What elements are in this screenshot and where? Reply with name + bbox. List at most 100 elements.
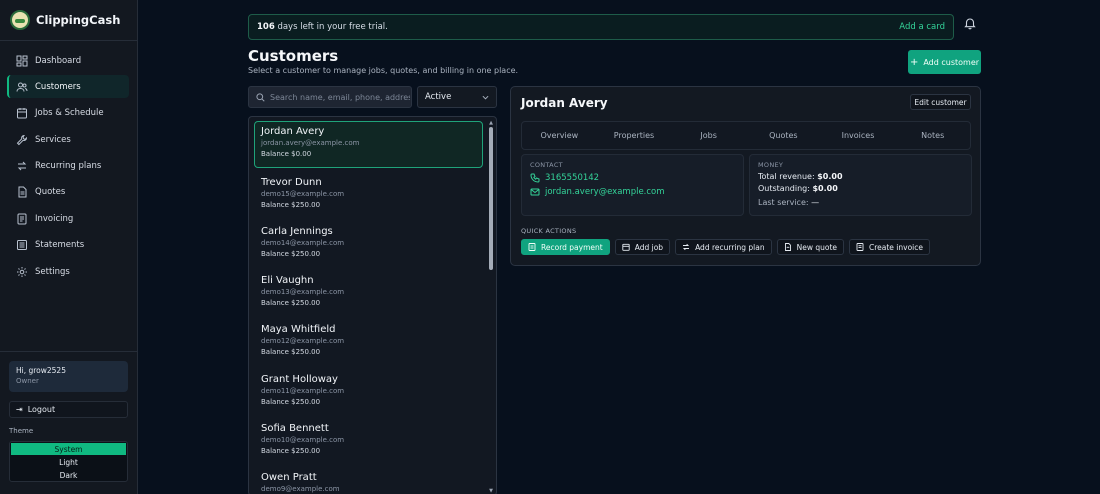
sidebar-nav: Dashboard Customers Jobs & Schedule Serv… xyxy=(0,41,137,283)
mail-icon xyxy=(530,187,540,197)
brand[interactable]: ClippingCash xyxy=(0,0,137,41)
tab-notes[interactable]: Notes xyxy=(895,122,970,149)
status-filter-value: Active xyxy=(425,92,452,102)
scroll-down-arrow-icon[interactable]: ▼ xyxy=(488,488,494,494)
sidebar-item-settings[interactable]: Settings xyxy=(7,260,129,283)
contact-phone[interactable]: 3165550142 xyxy=(545,173,599,183)
customer-email: demo9@example.com xyxy=(261,485,340,493)
sidebar-item-label: Settings xyxy=(35,266,70,277)
record-payment-button[interactable]: Record payment xyxy=(521,239,610,255)
sidebar-item-label: Statements xyxy=(35,240,85,251)
sidebar-item-label: Customers xyxy=(35,81,81,92)
logout-button[interactable]: ⇥ Logout xyxy=(9,401,128,418)
customer-balance: Balance $250.00 xyxy=(261,447,321,455)
sidebar-item-customers[interactable]: Customers xyxy=(7,75,129,99)
customer-balance: Balance $250.00 xyxy=(261,299,321,307)
tab-invoices[interactable]: Invoices xyxy=(821,122,896,149)
sidebar-item-statements[interactable]: Statements xyxy=(7,234,129,257)
tab-overview[interactable]: Overview xyxy=(522,122,597,149)
edit-customer-button[interactable]: Edit customer xyxy=(910,94,971,110)
theme-selector[interactable]: System Light Dark xyxy=(9,441,128,482)
customer-list: Jordan Avery jordan.avery@example.com Ba… xyxy=(248,116,497,494)
customer-name: Jordan Avery xyxy=(261,126,325,137)
new-quote-label: New quote xyxy=(796,242,837,252)
repeat-icon xyxy=(16,160,28,172)
contact-label: CONTACT xyxy=(530,161,563,169)
theme-label: Theme xyxy=(9,427,34,435)
sidebar-item-quotes[interactable]: Quotes xyxy=(7,181,129,204)
customer-list-item[interactable]: Carla Jennings demo14@example.com Balanc… xyxy=(254,221,483,268)
add-job-button[interactable]: Add job xyxy=(614,239,671,255)
page-subtitle: Select a customer to manage jobs, quotes… xyxy=(248,66,519,75)
tab-quotes[interactable]: Quotes xyxy=(746,122,821,149)
grid-icon xyxy=(16,55,28,67)
theme-option-light[interactable]: Light xyxy=(11,456,126,468)
calendar-icon xyxy=(16,107,28,119)
list-scrollbar[interactable]: ▲ ▼ xyxy=(488,120,494,494)
customer-name: Maya Whitfield xyxy=(261,324,336,335)
sidebar: ClippingCash Dashboard Customers Jobs & … xyxy=(0,0,138,494)
sidebar-item-dashboard[interactable]: Dashboard xyxy=(7,49,129,72)
calendar-icon xyxy=(622,243,630,251)
logo-icon xyxy=(10,10,30,30)
app-name: ClippingCash xyxy=(36,13,121,27)
tab-properties[interactable]: Properties xyxy=(597,122,672,149)
outstanding-value: $0.00 xyxy=(812,184,838,193)
customer-detail-panel: Jordan Avery Edit customer Overview Prop… xyxy=(510,86,981,266)
customer-name: Carla Jennings xyxy=(261,226,333,237)
status-filter-select[interactable]: Active xyxy=(417,86,497,108)
chevron-down-icon xyxy=(482,94,489,101)
trial-message: days left in your free trial. xyxy=(277,22,388,32)
create-invoice-button[interactable]: Create invoice xyxy=(849,239,930,255)
trial-days: 106 xyxy=(257,22,275,32)
money-card: MONEY Total revenue: $0.00 Outstanding: … xyxy=(749,154,972,216)
last-service-label: Last service: xyxy=(758,198,809,207)
add-card-link[interactable]: Add a card xyxy=(899,22,945,32)
sidebar-item-services[interactable]: Services xyxy=(7,128,129,151)
customer-email: demo12@example.com xyxy=(261,337,345,345)
customer-list-item[interactable]: Maya Whitfield demo12@example.com Balanc… xyxy=(254,319,483,366)
customer-list-item[interactable]: Sofia Bennett demo10@example.com Balance… xyxy=(254,418,483,465)
customer-list-item[interactable]: Eli Vaughn demo13@example.com Balance $2… xyxy=(254,270,483,317)
page-title: Customers xyxy=(248,47,339,65)
theme-option-dark[interactable]: Dark xyxy=(11,469,126,481)
document-icon xyxy=(16,186,28,198)
sidebar-item-label: Recurring plans xyxy=(35,161,102,172)
customer-email: demo13@example.com xyxy=(261,288,345,296)
search-input[interactable] xyxy=(270,92,410,102)
sidebar-item-jobs[interactable]: Jobs & Schedule xyxy=(7,102,129,125)
invoice-icon xyxy=(856,243,864,251)
sidebar-item-recurring-plans[interactable]: Recurring plans xyxy=(7,155,129,178)
repeat-icon xyxy=(682,243,690,251)
quick-actions: Record payment Add job Add recurring pla… xyxy=(521,239,935,255)
contact-email-row[interactable]: jordan.avery@example.com xyxy=(530,187,735,197)
add-recurring-plan-button[interactable]: Add recurring plan xyxy=(675,239,772,255)
statement-icon xyxy=(16,239,28,251)
customer-name: Trevor Dunn xyxy=(261,177,322,188)
customer-list-item[interactable]: Trevor Dunn demo15@example.com Balance $… xyxy=(254,172,483,219)
theme-option-system[interactable]: System xyxy=(11,443,126,455)
customer-name: Grant Holloway xyxy=(261,374,338,385)
outstanding-row: Outstanding: $0.00 xyxy=(758,184,963,193)
customer-list-item[interactable]: Jordan Avery jordan.avery@example.com Ba… xyxy=(254,121,483,168)
search-box[interactable] xyxy=(248,86,412,108)
contact-phone-row[interactable]: 3165550142 xyxy=(530,173,735,183)
customer-list-item[interactable]: Grant Holloway demo11@example.com Balanc… xyxy=(254,369,483,416)
tab-jobs[interactable]: Jobs xyxy=(671,122,746,149)
trial-text: 106 days left in your free trial. xyxy=(257,22,388,32)
bell-icon[interactable] xyxy=(963,16,977,30)
total-revenue-label: Total revenue: xyxy=(758,172,815,181)
new-quote-button[interactable]: New quote xyxy=(776,239,844,255)
customer-balance: Balance $250.00 xyxy=(261,348,321,356)
last-service-value: — xyxy=(811,198,820,207)
contact-card: CONTACT 3165550142 jordan.avery@example.… xyxy=(521,154,744,216)
contact-email[interactable]: jordan.avery@example.com xyxy=(545,187,665,197)
scrollbar-thumb[interactable] xyxy=(489,127,493,270)
sidebar-item-label: Jobs & Schedule xyxy=(35,108,104,119)
customer-list-item[interactable]: Owen Pratt demo9@example.com xyxy=(254,467,483,494)
quick-actions-label: QUICK ACTIONS xyxy=(521,227,577,235)
scroll-up-arrow-icon[interactable]: ▲ xyxy=(488,120,494,126)
sidebar-item-label: Invoicing xyxy=(35,213,74,224)
add-customer-button[interactable]: + Add customer xyxy=(908,50,981,74)
sidebar-item-invoicing[interactable]: Invoicing xyxy=(7,207,129,230)
